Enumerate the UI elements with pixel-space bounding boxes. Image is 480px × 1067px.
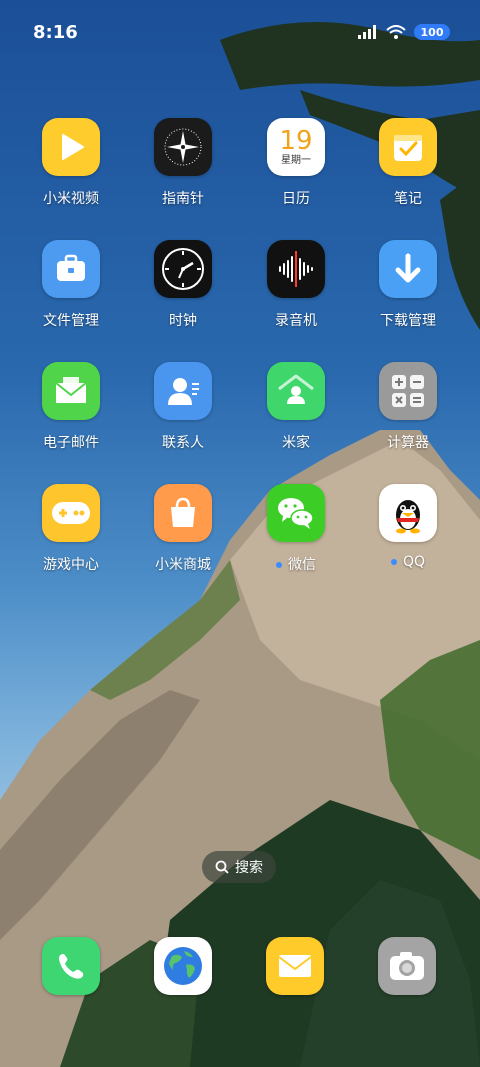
app-label: 时钟	[169, 313, 197, 329]
app-label: 文件管理	[43, 313, 99, 329]
app-wechat[interactable]: 微信	[240, 484, 352, 574]
calendar-day: 19	[279, 126, 313, 156]
app-label: QQ	[352, 554, 464, 570]
app-mi-store[interactable]: 小米商城	[127, 484, 239, 574]
app-download-manager[interactable]: 下载管理	[352, 240, 464, 330]
app-label: 指南针	[162, 191, 204, 207]
clock-icon	[154, 240, 212, 298]
messages-icon[interactable]	[266, 937, 324, 995]
app-notes[interactable]: 笔记	[352, 118, 464, 208]
app-email[interactable]: 电子邮件	[15, 362, 127, 452]
app-label: 电子邮件	[43, 435, 99, 451]
notes-icon	[379, 118, 437, 176]
app-mijia[interactable]: 米家	[240, 362, 352, 452]
search-button[interactable]: 搜索	[202, 851, 276, 883]
contact-icon	[154, 362, 212, 420]
app-label: 联系人	[162, 435, 204, 451]
app-calendar[interactable]: 19 星期一 日历	[240, 118, 352, 208]
shopping-bag-icon	[154, 484, 212, 542]
app-clock[interactable]: 时钟	[127, 240, 239, 330]
notification-dot	[390, 559, 397, 565]
battery-indicator: 100	[414, 24, 450, 40]
browser-globe-icon[interactable]	[154, 937, 212, 995]
status-icons: 100	[358, 24, 450, 40]
search-icon	[215, 860, 229, 874]
app-xiaomi-video[interactable]: 小米视频	[15, 118, 127, 208]
app-game-center[interactable]: 游戏中心	[15, 484, 127, 574]
waveform-icon	[267, 240, 325, 298]
calendar-icon: 19 星期一	[267, 118, 325, 176]
app-label: 微信	[240, 554, 352, 574]
status-time: 8:16	[33, 22, 78, 43]
app-calculator[interactable]: 计算器	[352, 362, 464, 452]
qq-penguin-icon	[379, 484, 437, 542]
app-label: 下载管理	[380, 313, 436, 329]
camera-icon[interactable]	[378, 937, 436, 995]
search-label: 搜索	[235, 860, 263, 876]
app-label: 笔记	[394, 191, 422, 207]
calendar-weekday: 星期一	[281, 155, 311, 166]
app-label: 计算器	[387, 435, 429, 451]
compass-icon	[154, 118, 212, 176]
app-label: 游戏中心	[43, 557, 99, 573]
app-label-text: QQ	[402, 554, 426, 570]
app-qq[interactable]: QQ	[352, 484, 464, 570]
home-icon	[267, 362, 325, 420]
wechat-icon	[267, 484, 325, 542]
notification-dot	[276, 562, 282, 568]
play-icon	[42, 118, 100, 176]
app-label: 小米商城	[155, 557, 211, 573]
dock	[0, 937, 480, 997]
app-label: 小米视频	[43, 191, 99, 207]
app-label: 日历	[282, 191, 310, 207]
app-file-manager[interactable]: 文件管理	[15, 240, 127, 330]
status-bar: 8:16 100	[0, 0, 480, 68]
briefcase-icon	[42, 240, 100, 298]
app-label: 录音机	[275, 313, 317, 329]
calculator-icon	[379, 362, 437, 420]
app-label-text: 微信	[288, 557, 316, 573]
download-arrow-icon	[379, 240, 437, 298]
envelope-icon	[42, 362, 100, 420]
wifi-icon	[386, 25, 406, 39]
app-contacts[interactable]: 联系人	[127, 362, 239, 452]
signal-icon	[358, 25, 376, 39]
gamepad-icon	[42, 484, 100, 542]
app-label: 米家	[282, 435, 310, 451]
app-compass[interactable]: 指南针	[127, 118, 239, 208]
app-recorder[interactable]: 录音机	[240, 240, 352, 330]
phone-icon[interactable]	[42, 937, 100, 995]
